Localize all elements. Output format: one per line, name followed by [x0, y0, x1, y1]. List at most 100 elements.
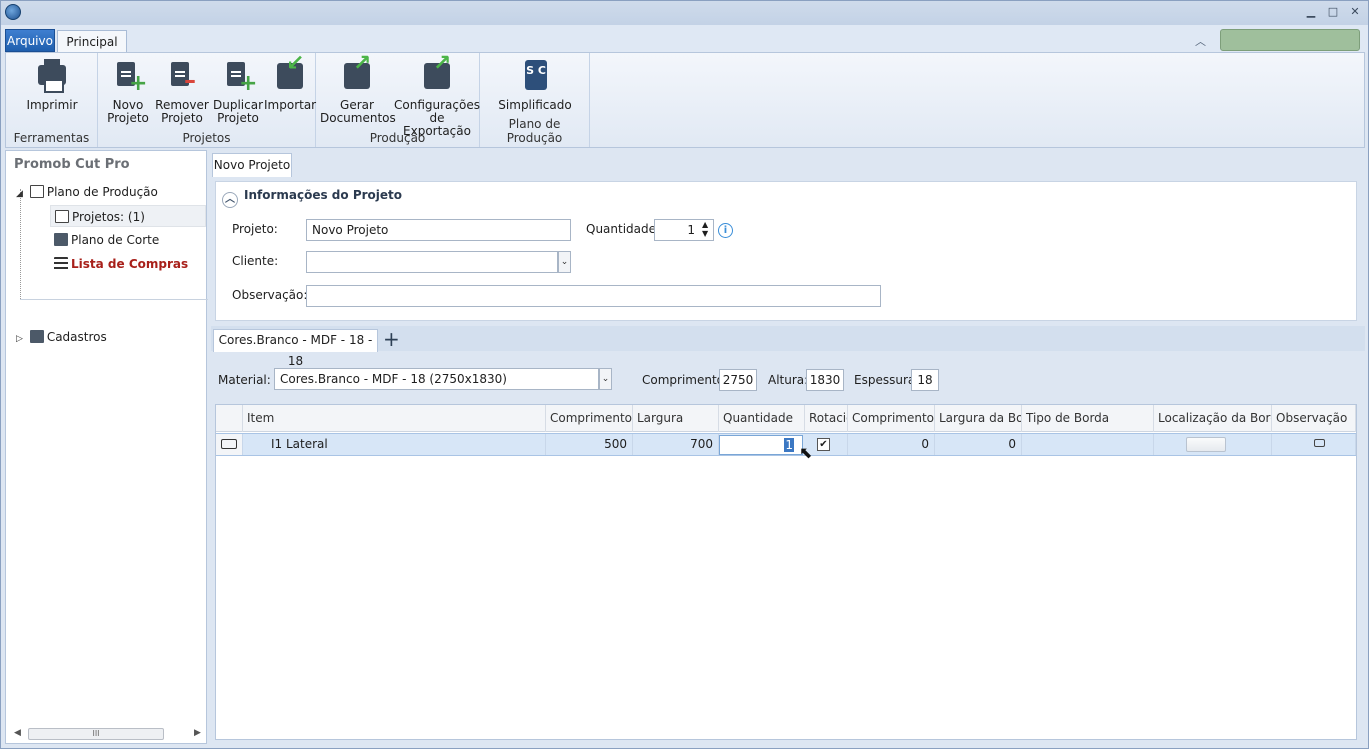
- sidebar-scrollbar[interactable]: ◀ III ▶: [12, 726, 202, 742]
- group-plan-label: Plano de Produção: [506, 117, 563, 145]
- col-edge-width[interactable]: Largura da Bor: [935, 405, 1022, 432]
- col-quantity[interactable]: Quantidade: [719, 405, 805, 432]
- quantity-label: Quantidade:: [586, 222, 661, 236]
- tree-item-cut-plan-label: Plano de Corte: [71, 233, 160, 247]
- tree-item-plan-label: Plano de Produção: [46, 185, 158, 199]
- cell-edge-location[interactable]: [1154, 434, 1272, 455]
- cell-edge-length[interactable]: 0: [848, 434, 935, 455]
- tab-arquivo[interactable]: Arquivo: [5, 29, 55, 52]
- col-length[interactable]: Comprimento: [546, 405, 633, 432]
- notes-label: Observação:: [232, 288, 308, 302]
- tab-material[interactable]: Cores.Branco - MDF - 18 - 18: [213, 329, 378, 368]
- app-logo-icon[interactable]: [5, 4, 21, 20]
- project-label: Projeto:: [232, 222, 278, 236]
- new-project-button[interactable]: + Novo Projeto: [102, 59, 154, 125]
- scroll-left-icon[interactable]: ◀: [14, 728, 21, 738]
- material-combo[interactable]: Cores.Branco - MDF - 18 (2750x1830): [274, 368, 599, 390]
- expand-triangle-icon[interactable]: ◢: [16, 183, 26, 205]
- material-dropdown-icon[interactable]: ⌄: [599, 368, 612, 390]
- ribbon-collapse-icon[interactable]: ︿: [1195, 33, 1206, 49]
- client-dropdown-icon[interactable]: ⌄: [558, 251, 571, 273]
- project-info-title: Informações do Projeto: [244, 188, 403, 202]
- sidebar-divider: [20, 299, 208, 300]
- project-input[interactable]: Novo Projeto: [306, 219, 571, 241]
- cell-width[interactable]: 700: [633, 434, 719, 455]
- tab-novo-projeto[interactable]: Novo Projeto: [212, 153, 292, 177]
- main-panel: Novo Projeto ︿ Informações do Projeto Pro…: [211, 150, 1365, 744]
- col-rotate[interactable]: Rotacio: [805, 405, 848, 432]
- cell-notes[interactable]: [1272, 434, 1356, 455]
- document-icon: [55, 210, 69, 223]
- generate-docs-label-1: Gerar: [340, 98, 374, 112]
- generate-documents-button[interactable]: ↗ Gerar Documentos: [320, 53, 396, 125]
- registers-icon: [29, 330, 44, 343]
- project-info-header[interactable]: ︿ Informações do Projeto: [222, 188, 402, 208]
- import-icon: ↙: [273, 53, 307, 93]
- collapse-up-icon[interactable]: ︿: [222, 192, 238, 208]
- tab-principal[interactable]: Principal: [57, 30, 127, 53]
- plan-icon: [29, 185, 44, 198]
- remove-project-label-2: Projeto: [161, 111, 203, 125]
- close-icon[interactable]: ✕: [1347, 5, 1363, 19]
- col-edge-location[interactable]: Localização da Borda: [1154, 405, 1272, 432]
- remove-project-button[interactable]: – Remover Projeto: [154, 59, 210, 125]
- add-tab-icon[interactable]: +: [383, 327, 400, 351]
- project-info-panel: ︿ Informações do Projeto Projeto: Novo Pr…: [215, 181, 1357, 321]
- length-label: Comprimento:: [642, 373, 729, 387]
- info-icon[interactable]: i: [718, 223, 733, 238]
- notes-input[interactable]: [306, 285, 881, 307]
- col-edge-type[interactable]: Tipo de Borda: [1022, 405, 1154, 432]
- group-production: ↗ Gerar Documentos ↗ Configurações de Ex…: [316, 53, 480, 147]
- simplified-label: Simplificado: [498, 98, 572, 112]
- tree-item-projects[interactable]: Projetos: (1): [50, 205, 206, 227]
- group-production-label: Produção: [369, 131, 426, 145]
- cut-plan-icon: [54, 233, 68, 246]
- export-icon: ↗: [340, 53, 374, 93]
- col-item[interactable]: Item: [243, 405, 546, 432]
- cell-item[interactable]: I1 Lateral: [243, 434, 546, 455]
- tree-item-shopping-list[interactable]: Lista de Compras: [54, 253, 206, 275]
- tree-item-registers-label: Cadastros: [46, 330, 107, 344]
- list-icon: [54, 257, 68, 270]
- parts-grid: Item Comprimento Largura Quantidade Rota…: [215, 404, 1357, 740]
- scrollbar-thumb[interactable]: III: [28, 728, 164, 740]
- minimize-icon[interactable]: ▁: [1303, 5, 1319, 19]
- print-button[interactable]: Imprimir: [20, 59, 84, 112]
- maximize-icon[interactable]: □: [1325, 5, 1341, 19]
- duplicate-project-label-2: Projeto: [217, 111, 259, 125]
- client-combo[interactable]: [306, 251, 558, 273]
- edge-location-control[interactable]: [1186, 437, 1226, 452]
- duplicate-project-button[interactable]: + Duplicar Projeto: [210, 59, 266, 125]
- ribbon: Imprimir Ferramentas + Novo Projeto – Re…: [5, 52, 1365, 148]
- simplified-cut-icon: S C: [518, 59, 552, 93]
- duplicate-project-label-1: Duplicar: [212, 98, 263, 112]
- scroll-right-icon[interactable]: ▶: [194, 728, 201, 738]
- rotate-checkbox[interactable]: ✔: [817, 438, 830, 451]
- tree-item-plan[interactable]: ◢ Plano de Produção: [16, 181, 206, 203]
- simplified-button[interactable]: S C Simplificado: [490, 59, 580, 112]
- collapsed-triangle-icon[interactable]: ▷: [16, 328, 26, 350]
- cell-length[interactable]: 500: [546, 434, 633, 455]
- export-settings-button[interactable]: ↗ Configurações de Exportação: [394, 53, 480, 138]
- col-notes[interactable]: Observação: [1272, 405, 1356, 432]
- cell-edge-width[interactable]: 0: [935, 434, 1022, 455]
- group-tools: Imprimir Ferramentas: [6, 53, 98, 147]
- comment-icon[interactable]: [1314, 439, 1325, 447]
- col-edge-length[interactable]: Comprimento d: [848, 405, 935, 432]
- tree-item-cut-plan[interactable]: Plano de Corte: [54, 229, 206, 251]
- row-indicator[interactable]: [216, 434, 243, 455]
- table-row[interactable]: I1 Lateral 500 700 1 ✔ 0 0 ⬉: [216, 433, 1356, 462]
- col-width[interactable]: Largura: [633, 405, 719, 432]
- cell-edge-type[interactable]: [1022, 434, 1154, 455]
- stepper-arrows-icon[interactable]: ▲ ▼: [702, 220, 708, 238]
- import-button[interactable]: ↙ Importar: [264, 53, 316, 112]
- tree-item-registers[interactable]: ▷ Cadastros: [16, 326, 206, 348]
- status-indicator: [1220, 29, 1360, 51]
- cell-quantity-editor[interactable]: 1: [719, 435, 803, 455]
- group-tools-label: Ferramentas: [13, 131, 90, 145]
- thickness-field[interactable]: 18: [911, 369, 939, 391]
- height-field[interactable]: 1830: [806, 369, 844, 391]
- length-field[interactable]: 2750: [719, 369, 757, 391]
- print-label: Imprimir: [26, 98, 78, 112]
- sidebar: Promob Cut Pro ◢ Plano de Produção Proje…: [5, 150, 208, 744]
